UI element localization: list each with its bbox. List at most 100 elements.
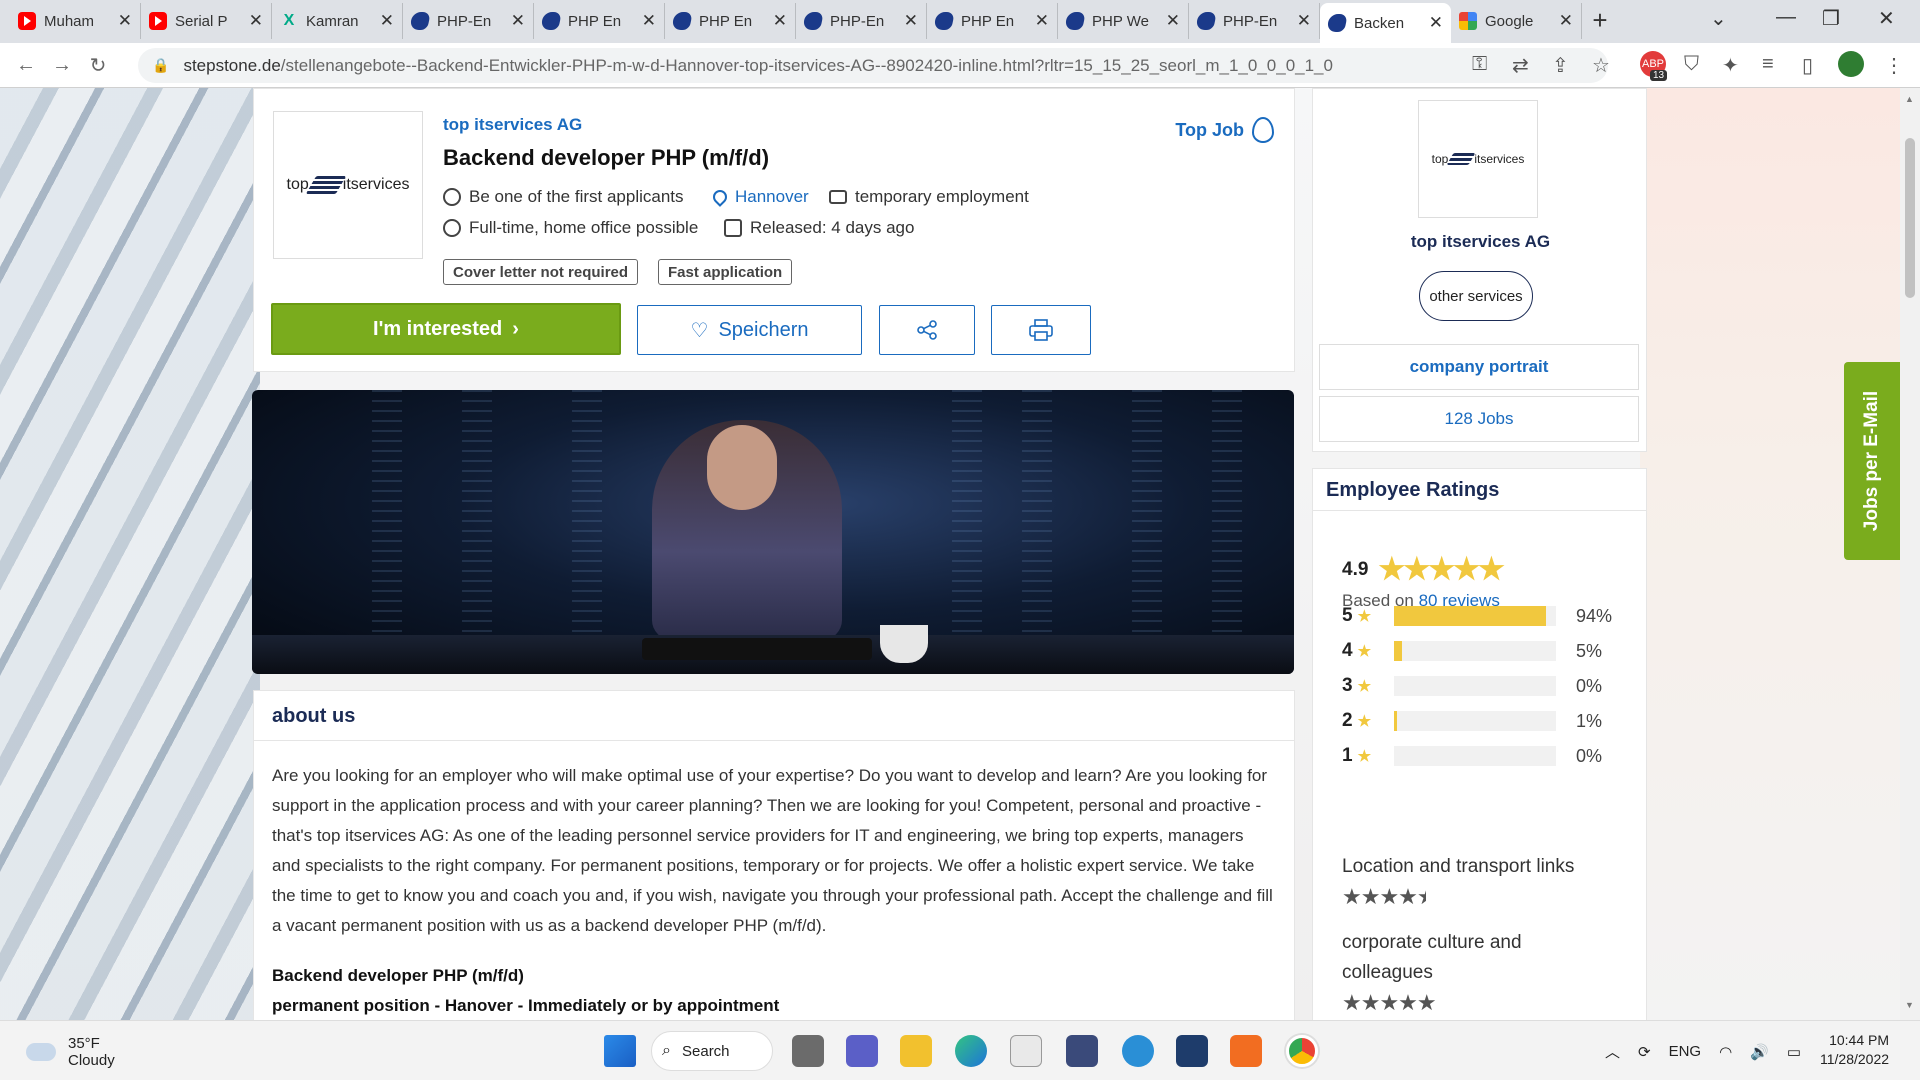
top-job-badge: Top Job (1175, 117, 1274, 143)
snipping-icon[interactable] (1176, 1035, 1208, 1067)
browser-menu-icon[interactable]: ⋮ (1884, 53, 1904, 78)
windows-start-icon[interactable] (604, 1035, 636, 1067)
print-button[interactable] (991, 305, 1091, 355)
close-tab-icon[interactable]: ✕ (380, 11, 394, 31)
browser-tab[interactable]: PHP En ✕ (534, 3, 665, 39)
rating-bar-track (1394, 641, 1556, 661)
profile-avatar[interactable] (1838, 51, 1864, 77)
share-button[interactable] (879, 305, 975, 355)
volume-icon[interactable]: 🔊 (1750, 1043, 1769, 1061)
forward-icon[interactable]: → (44, 54, 80, 77)
sync-icon[interactable]: ⟳ (1638, 1043, 1651, 1061)
close-tab-icon[interactable]: ✕ (642, 11, 656, 31)
windows-taskbar: 35°F Cloudy ⌕ Search ︿ ⟳ ENG ◠ 🔊 ▭ 10:44… (0, 1020, 1920, 1080)
tab-title: PHP En (961, 12, 1015, 30)
maximize-button[interactable]: ❐ (1822, 6, 1840, 31)
git-icon[interactable] (1066, 1035, 1098, 1067)
media-control-icon[interactable]: ≡ (1762, 53, 1774, 76)
edge-browser-icon[interactable] (955, 1035, 987, 1067)
side-panel-icon[interactable]: ▯ (1802, 53, 1813, 78)
close-tab-icon[interactable]: ✕ (118, 11, 132, 31)
save-button[interactable]: ♡ Speichern (637, 305, 862, 355)
browser-tab[interactable]: Muham ✕ (10, 3, 141, 39)
close-tab-icon[interactable]: ✕ (1035, 11, 1049, 31)
close-tab-icon[interactable]: ✕ (249, 11, 263, 31)
system-clock[interactable]: 10:44 PM 11/28/2022 (1820, 1031, 1889, 1069)
company-logo[interactable]: top itservices (273, 111, 423, 259)
file-explorer-icon[interactable] (900, 1035, 932, 1067)
bookmark-star-icon[interactable]: ☆ (1592, 53, 1610, 78)
company-portrait-link[interactable]: company portrait (1319, 344, 1639, 390)
close-tab-icon[interactable]: ✕ (904, 11, 918, 31)
minimize-button[interactable]: — (1776, 6, 1796, 29)
close-tab-icon[interactable]: ✕ (1429, 13, 1443, 33)
work-mode-info: Full-time, home office possible (443, 218, 698, 238)
wifi-icon[interactable]: ◠ (1719, 1043, 1732, 1061)
weather-widget[interactable]: 35°F Cloudy (26, 1035, 115, 1069)
logo-text-itservices: itservices (1474, 152, 1525, 166)
star-icon: ★ (1357, 643, 1372, 660)
taskbar-search[interactable]: ⌕ Search (651, 1031, 773, 1071)
cloud-icon (26, 1043, 56, 1061)
browser-tab[interactable]: Backen ✕ (1320, 3, 1451, 43)
employment-type-info: temporary employment (829, 187, 1029, 207)
key-icon[interactable]: ⚿ (1472, 53, 1487, 76)
close-tab-icon[interactable]: ✕ (511, 11, 525, 31)
scrollbar-thumb[interactable] (1905, 138, 1915, 298)
job-title: Backend developer PHP (m/f/d) (443, 145, 770, 170)
tab-title: PHP-En (437, 12, 492, 30)
browser-tab[interactable]: Google ✕ (1451, 3, 1582, 39)
reload-icon[interactable]: ↻ (80, 53, 116, 78)
teams-chat-icon[interactable] (846, 1035, 878, 1067)
language-indicator[interactable]: ENG (1669, 1043, 1702, 1060)
page-scrollbar[interactable]: ▲ ▼ (1900, 88, 1920, 1020)
share-page-icon[interactable]: ⇪ (1552, 53, 1569, 78)
about-us-heading: about us (254, 691, 1294, 741)
microsoft-store-icon[interactable] (1010, 1035, 1042, 1067)
translate-icon[interactable]: ⇄ (1512, 53, 1529, 78)
other-services-button[interactable]: other services (1419, 271, 1533, 321)
shield-extension-icon[interactable]: ⛉ (1684, 53, 1699, 76)
close-window-button[interactable]: ✕ (1878, 6, 1895, 31)
browser-tab[interactable]: PHP En ✕ (665, 3, 796, 39)
jobs-per-email-tab[interactable]: Jobs per E-Mail (1844, 362, 1900, 560)
scroll-up-arrow-icon[interactable]: ▲ (1905, 94, 1914, 104)
location-link[interactable]: Hannover (735, 187, 809, 207)
address-bar[interactable]: 🔒 stepstone.de/stellenangebote--Backend-… (138, 48, 1608, 83)
xampp-icon[interactable] (1230, 1035, 1262, 1067)
browser-tab[interactable]: PHP En ✕ (927, 3, 1058, 39)
flame-icon (1252, 117, 1274, 143)
browser-tab[interactable]: PHP-En ✕ (796, 3, 927, 39)
close-tab-icon[interactable]: ✕ (773, 11, 787, 31)
close-tab-icon[interactable]: ✕ (1559, 11, 1573, 31)
close-tab-icon[interactable]: ✕ (1297, 11, 1311, 31)
rating-bar-fill (1394, 606, 1547, 626)
rating-location-stars-icon: ★★★★★ (1342, 884, 1426, 909)
company-link[interactable]: top itservices AG (443, 115, 582, 135)
browser-tab[interactable]: PHP We ✕ (1058, 3, 1189, 39)
browser-tab[interactable]: PHP-En ✕ (1189, 3, 1320, 39)
printer-icon (1029, 319, 1053, 341)
release-date-info: Released: 4 days ago (724, 218, 914, 238)
browser-tab[interactable]: PHP-En ✕ (403, 3, 534, 39)
scroll-down-arrow-icon[interactable]: ▼ (1905, 1000, 1914, 1010)
browser-tab[interactable]: X Kamran ✕ (272, 3, 403, 39)
app-icon[interactable] (1122, 1035, 1154, 1067)
back-icon[interactable]: ← (8, 54, 44, 77)
employment-type-text: temporary employment (855, 187, 1029, 206)
interested-button[interactable]: I'm interested › (271, 303, 621, 355)
chevron-up-icon[interactable]: ︿ (1605, 1041, 1620, 1062)
extensions-puzzle-icon[interactable]: ✦ (1722, 53, 1739, 78)
tab-search-icon[interactable]: ⌄ (1710, 6, 1727, 31)
company-jobs-link[interactable]: 128 Jobs (1319, 396, 1639, 442)
stepstone-icon (802, 12, 824, 30)
chrome-icon[interactable] (1286, 1035, 1318, 1067)
browser-tab[interactable]: Serial P ✕ (141, 3, 272, 39)
task-view-icon[interactable] (792, 1035, 824, 1067)
close-tab-icon[interactable]: ✕ (1166, 11, 1180, 31)
company-sidebar-name[interactable]: top itservices AG (1313, 232, 1648, 252)
company-sidebar-logo[interactable]: top itservices (1418, 100, 1538, 218)
battery-icon[interactable]: ▭ (1787, 1043, 1801, 1061)
system-tray: ︿ ⟳ ENG ◠ 🔊 ▭ (1605, 1041, 1801, 1062)
new-tab-button[interactable]: + (1582, 3, 1618, 39)
